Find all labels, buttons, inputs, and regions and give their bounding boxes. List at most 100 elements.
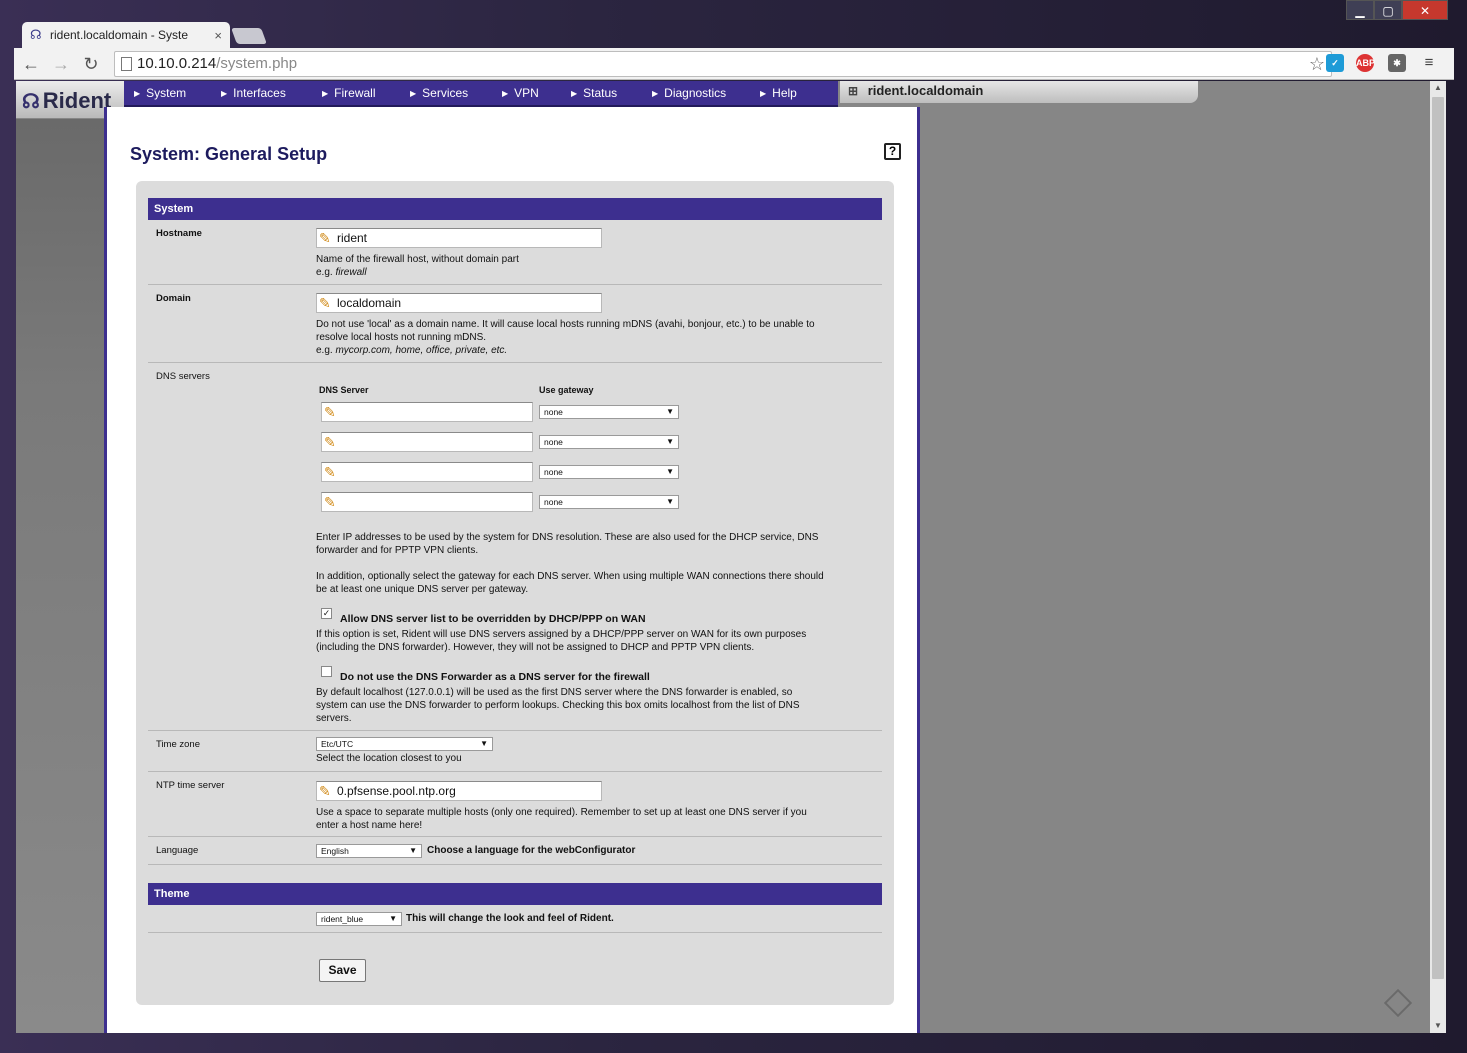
nav-firewall[interactable]: ▶ Firewall [322,81,376,107]
puzzle-extension-icon[interactable]: ✱ [1388,54,1406,72]
scroll-down-arrow-icon[interactable]: ▼ [1430,1019,1446,1033]
feedly-icon[interactable] [1383,988,1413,1018]
language-row: Language English ▼ Choose a language for … [148,837,882,865]
domain-row: Domain ✎ localdomain Do not use 'local' a… [148,285,882,363]
new-tab-button[interactable] [231,28,267,44]
dns-description-2: In addition, optionally select the gatew… [316,571,824,595]
general-setup-form: System Hostname ✎ rident Name of the fire… [136,181,894,1005]
domain-label: Domain [156,293,191,304]
logo-text: Rident [42,88,112,113]
minimize-button[interactable]: ▁ [1346,0,1374,20]
scrollbar-thumb[interactable] [1432,97,1444,979]
tab-title: rident.localdomain - Syste [50,28,189,42]
pencil-icon: ✎ [324,464,336,480]
ntp-label: NTP time server [156,780,225,791]
browser-window: ☊ rident.localdomain - Syste × ▁ ▢ ✕ ← →… [0,0,1467,1053]
pencil-icon: ✎ [319,783,331,799]
dropdown-arrow-icon: ▼ [409,846,417,855]
hostname-row: Hostname ✎ rident Name of the firewall ho… [148,220,882,285]
url-host: 10.10.0.214 [137,55,217,72]
background-decoration [16,119,104,1033]
section-header-theme: Theme [148,883,882,905]
dns-servers-row: DNS servers DNS Server Use gateway ✎ non… [148,363,882,731]
network-icon: ⊞ [848,84,859,98]
dropdown-arrow-icon: ▼ [666,467,674,476]
maximize-button[interactable]: ▢ [1374,0,1402,20]
language-label: Language [156,845,199,856]
theme-description: This will change the look and feel of Ri… [406,913,614,924]
help-icon[interactable]: ? [884,143,901,160]
ntp-row: NTP time server ✎ 0.pfsense.pool.ntp.org … [148,772,882,837]
domain-input[interactable]: ✎ localdomain [316,293,602,313]
dns-gateway-select-2[interactable]: none ▼ [539,435,679,449]
dropdown-arrow-icon: ▼ [666,407,674,416]
no-forwarder-label: Do not use the DNS Forwarder as a DNS se… [340,671,650,683]
tab-strip: ☊ rident.localdomain - Syste × [14,18,1454,50]
nav-interfaces[interactable]: ▶ Interfaces [221,81,286,107]
use-gateway-column-header: Use gateway [539,385,594,395]
menu-icon[interactable]: ≡ [1420,54,1438,72]
nav-services[interactable]: ▶ Services [410,81,468,107]
pencil-icon: ✎ [324,404,336,420]
dns-override-label: Allow DNS server list to be overridden b… [340,613,646,625]
no-forwarder-checkbox[interactable] [321,666,332,677]
language-description: Choose a language for the webConfigurato… [427,845,636,856]
hostname-description: Name of the firewall host, without domai… [316,254,519,278]
language-select[interactable]: English ▼ [316,844,422,858]
domain-description: Do not use 'local' as a domain name. It … [316,319,815,356]
section-header-system: System [148,198,882,220]
save-button[interactable]: Save [319,959,366,982]
dns-server-input-1[interactable]: ✎ [321,402,533,422]
dropdown-arrow-icon: ▼ [666,437,674,446]
browser-tab[interactable]: ☊ rident.localdomain - Syste × [22,22,230,48]
dns-gateway-select-3[interactable]: none ▼ [539,465,679,479]
adblock-extension-icon[interactable]: ABP [1356,54,1375,72]
dns-gateway-select-4[interactable]: none ▼ [539,495,679,509]
hostname-display: rident.localdomain [867,83,984,98]
pencil-icon: ✎ [324,494,336,510]
timezone-row: Time zone Etc/UTC ▼ Select the location c… [148,731,882,772]
hostname-label: Hostname [156,228,202,239]
close-window-button[interactable]: ✕ [1402,0,1448,20]
url-path: /system.php [216,55,298,72]
nav-diagnostics[interactable]: ▶ Diagnostics [652,81,726,107]
dns-gateway-select-1[interactable]: none ▼ [539,405,679,419]
rident-mark-icon: ☊ [22,90,40,113]
dns-server-input-4[interactable]: ✎ [321,492,533,512]
timezone-description: Select the location closest to you [316,753,462,764]
nav-status[interactable]: ▶ Status [571,81,617,107]
pencil-icon: ✎ [319,295,331,311]
hostname-input[interactable]: ✎ rident [316,228,602,248]
back-arrow-icon[interactable]: ← [18,51,44,77]
dns-servers-label: DNS servers [156,371,210,382]
tab-close-icon[interactable]: × [214,28,222,43]
scroll-up-arrow-icon[interactable]: ▲ [1430,81,1446,95]
ntp-server-input[interactable]: ✎ 0.pfsense.pool.ntp.org [316,781,602,801]
dropdown-arrow-icon: ▼ [389,914,397,923]
main-nav: ▶ System ▶ Interfaces ▶ Firewall ▶ Services … [16,81,838,107]
dns-server-column-header: DNS Server [319,385,369,395]
window-controls: ▁ ▢ ✕ [1346,0,1448,21]
no-forwarder-description: By default localhost (127.0.0.1) will be… [316,687,800,724]
content-page: System: General Setup ? System Hostname … [104,107,920,1033]
bookmark-star-icon[interactable]: ☆ [1309,52,1325,76]
checkmark-extension-icon[interactable]: ✓ [1326,54,1344,72]
rident-favicon-icon: ☊ [30,27,42,42]
theme-select[interactable]: rident_blue ▼ [316,912,402,926]
page-icon [121,57,132,71]
reload-icon[interactable]: ↻ [78,51,104,77]
timezone-label: Time zone [156,739,200,750]
dns-server-input-2[interactable]: ✎ [321,432,533,452]
nav-system[interactable]: ▶ System [134,81,186,107]
forward-arrow-icon[interactable]: → [48,51,74,77]
nav-vpn[interactable]: ▶ VPN [502,81,539,107]
timezone-select[interactable]: Etc/UTC ▼ [316,737,493,751]
dns-server-input-3[interactable]: ✎ [321,462,533,482]
dns-override-description: If this option is set, Rident will use D… [316,629,807,653]
page-viewport: ▶ System ▶ Interfaces ▶ Firewall ▶ Services … [16,81,1430,1033]
address-bar[interactable]: 10.10.0.214/system.php ☆ [114,51,1332,77]
nav-help[interactable]: ▶ Help [760,81,797,107]
vertical-scrollbar[interactable]: ▲ ▼ [1430,81,1446,1033]
dropdown-arrow-icon: ▼ [666,497,674,506]
dns-override-checkbox[interactable]: ✓ [321,608,332,619]
